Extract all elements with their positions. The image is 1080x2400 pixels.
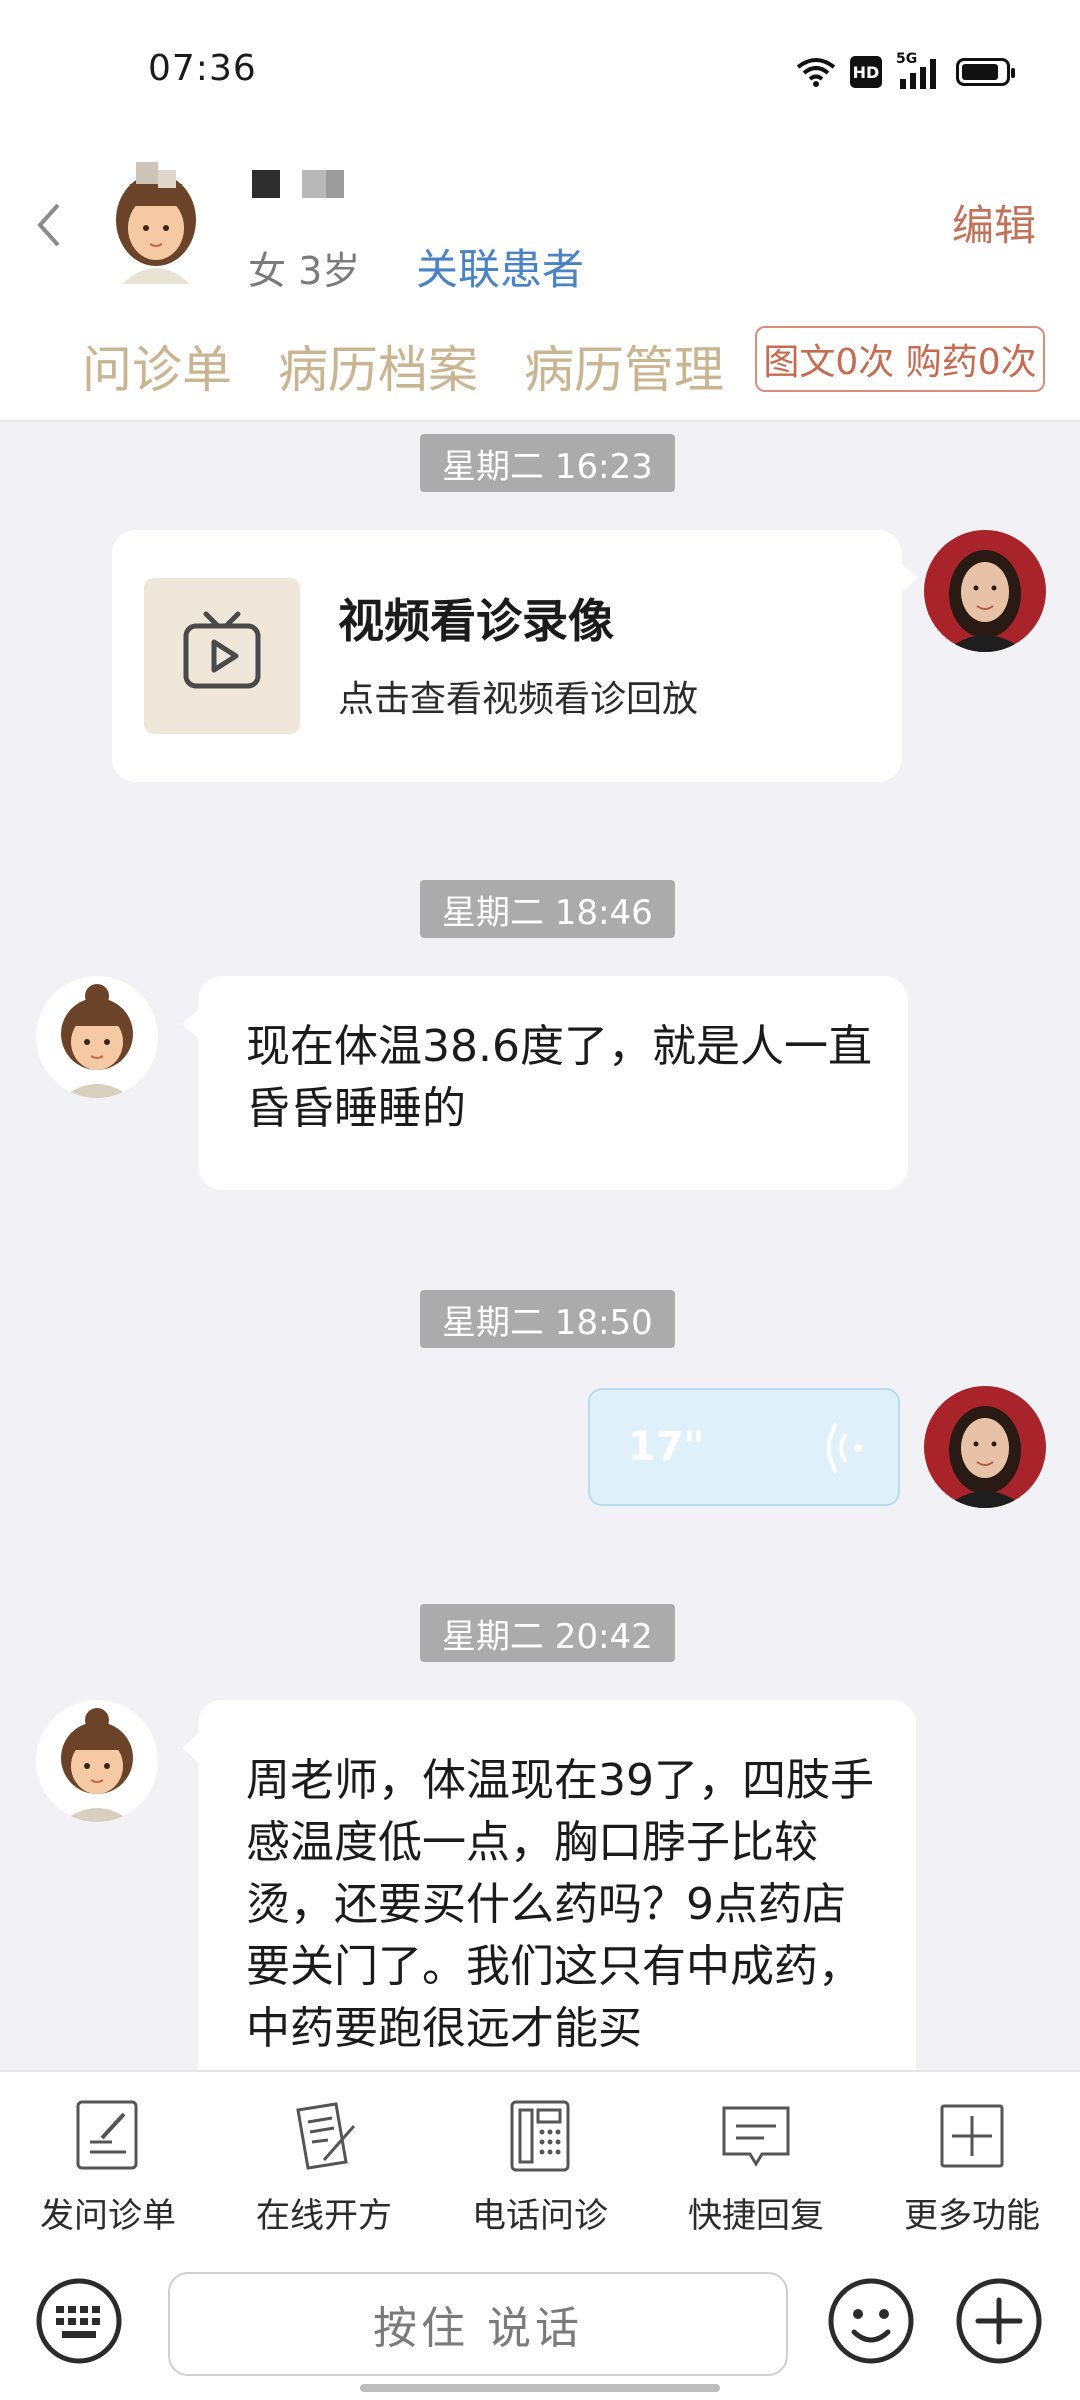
doctor-photo bbox=[924, 1386, 1046, 1508]
voice-wave-icon bbox=[827, 1422, 862, 1474]
patient-gender-age: 女 3岁 bbox=[248, 249, 361, 293]
patient-header: 女 3岁 关联患者 编辑 问诊单 病历档案 病历管理 图文0次 购药0次 bbox=[0, 140, 1080, 422]
link-patient-button[interactable]: 关联患者 bbox=[416, 236, 584, 297]
doctor-avatar[interactable] bbox=[924, 1386, 1046, 1508]
wifi-icon bbox=[796, 58, 836, 87]
status-bar: 07:36 HD 5G bbox=[0, 0, 1080, 140]
network-label: 5G bbox=[896, 51, 918, 67]
patient-cartoon bbox=[36, 1700, 158, 1822]
tab-records-management[interactable]: 病历管理 bbox=[524, 330, 724, 402]
prescription-icon bbox=[296, 2102, 356, 2170]
keyboard-icon[interactable] bbox=[34, 2276, 124, 2366]
doctor-avatar[interactable] bbox=[924, 530, 1046, 652]
patient-cartoon bbox=[36, 976, 158, 1098]
patient-message-bubble[interactable]: 周老师，体温现在39了，四肢手感温度低一点，胸口脖子比较烫，还要买什么药吗？9点… bbox=[182, 1700, 916, 2120]
avatar[interactable] bbox=[110, 162, 202, 284]
tool-label: 发问诊单 bbox=[40, 2196, 176, 2236]
tv-play-icon bbox=[183, 611, 261, 689]
voice-message-bubble[interactable]: 17" bbox=[588, 1388, 900, 1506]
hold-to-talk-button[interactable]: 按住 说话 bbox=[168, 2272, 788, 2376]
action-toolbar: 发问诊单 在线开方 电话问诊 快捷回复 更多功能 bbox=[0, 2070, 1080, 2254]
message-time: 星期二 20:42 bbox=[420, 1604, 675, 1662]
quick-reply-button[interactable]: 快捷回复 bbox=[648, 2096, 864, 2237]
online-prescription-button[interactable]: 在线开方 bbox=[216, 2096, 432, 2237]
tool-label: 快捷回复 bbox=[688, 2196, 824, 2236]
signal-icon: 5G bbox=[896, 51, 942, 89]
patient-avatar[interactable] bbox=[36, 976, 158, 1098]
tool-label: 更多功能 bbox=[904, 2196, 1040, 2236]
quick-reply-icon bbox=[722, 2106, 790, 2167]
emoji-icon[interactable] bbox=[826, 2276, 916, 2366]
home-indicator[interactable] bbox=[360, 2384, 720, 2392]
phone-consult-button[interactable]: 电话问诊 bbox=[432, 2096, 648, 2237]
message-text: 周老师，体温现在39了，四肢手感温度低一点，胸口脖子比较烫，还要买什么药吗？9点… bbox=[246, 1755, 874, 2054]
patient-tabs: 问诊单 病历档案 病历管理 bbox=[82, 330, 724, 402]
tab-consult-form[interactable]: 问诊单 bbox=[82, 330, 232, 402]
tool-label: 电话问诊 bbox=[472, 2196, 608, 2236]
video-record-card[interactable]: 视频看诊录像 点击查看视频看诊回放 bbox=[112, 530, 918, 782]
more-functions-button[interactable]: 更多功能 bbox=[864, 2096, 1080, 2237]
input-bar: 按住 说话 bbox=[0, 2252, 1080, 2400]
status-icons: HD 5G bbox=[796, 51, 1015, 92]
back-arrow-icon[interactable] bbox=[30, 195, 70, 255]
status-time: 07:36 bbox=[148, 48, 257, 89]
video-card-title: 视频看诊录像 bbox=[338, 594, 614, 648]
send-consult-form-button[interactable]: 发问诊单 bbox=[0, 2096, 216, 2237]
phone-icon bbox=[510, 2100, 570, 2172]
patient-avatar[interactable] bbox=[36, 1700, 158, 1822]
quota-badge[interactable]: 图文0次 购药0次 bbox=[755, 326, 1045, 392]
hd-icon: HD bbox=[850, 56, 882, 88]
plus-circle-icon[interactable] bbox=[954, 2276, 1044, 2366]
message-time: 星期二 18:50 bbox=[420, 1290, 675, 1348]
message-time: 星期二 18:46 bbox=[420, 880, 675, 938]
patient-name-redacted bbox=[252, 170, 344, 198]
edit-button[interactable]: 编辑 bbox=[952, 192, 1036, 253]
message-text: 现在体温38.6度了，就是人一直昏昏睡睡的 bbox=[246, 1021, 872, 1134]
patient-message-bubble[interactable]: 现在体温38.6度了，就是人一直昏昏睡睡的 bbox=[182, 976, 908, 1190]
tool-label: 在线开方 bbox=[256, 2196, 392, 2236]
more-plus-icon bbox=[940, 2104, 1004, 2168]
battery-icon bbox=[956, 58, 1015, 86]
tab-medical-records[interactable]: 病历档案 bbox=[278, 330, 478, 402]
doctor-photo bbox=[924, 530, 1046, 652]
message-time: 星期二 16:23 bbox=[420, 434, 675, 492]
form-edit-icon bbox=[76, 2100, 138, 2170]
video-card-subtitle: 点击查看视频看诊回放 bbox=[338, 679, 699, 720]
video-thumbnail bbox=[144, 578, 300, 734]
voice-duration: 17" bbox=[628, 1424, 705, 1470]
